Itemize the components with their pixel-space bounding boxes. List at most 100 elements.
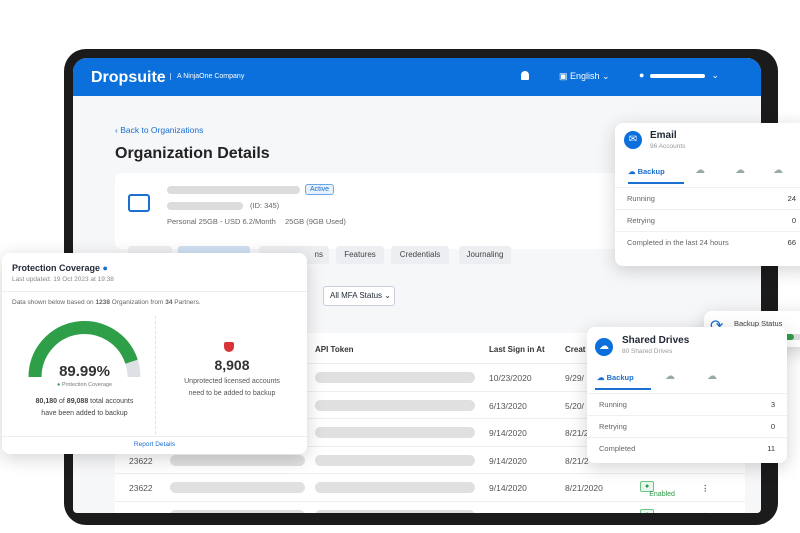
protection-coverage-card: Protection Coverage ● Last updated: 19 O… — [2, 253, 307, 454]
created-date: 5/20/ — [565, 400, 584, 411]
drives-tab-backup[interactable]: ☁ Backup — [595, 373, 651, 390]
total-count: 89,088 — [66, 398, 89, 405]
drives-tab-label: Backup — [606, 373, 634, 382]
shield-alert-icon — [224, 342, 234, 352]
logo: Dropsuite — [91, 69, 166, 86]
stat-label: Retrying — [599, 422, 627, 431]
table-row[interactable]: 23622 9/14/2020 8/21/2020 ● Enabled ⋮ — [115, 500, 745, 514]
drives-title: Shared Drives — [622, 335, 690, 346]
row-id: 23622 — [129, 511, 153, 514]
drives-subtitle: 80 Shared Drives — [622, 348, 673, 355]
stat-value: 24 — [787, 194, 796, 203]
stat-label: Completed in the last 24 hours — [627, 238, 729, 247]
back-link[interactable]: ‹ Back to Organizations — [115, 125, 203, 135]
coverage-title-text: Protection Coverage — [12, 263, 101, 273]
stat-value: 0 — [770, 422, 775, 431]
unprotected-text: Unprotected licensed accounts need to be … — [157, 376, 307, 400]
last-sign-in: 9/14/2020 — [489, 483, 527, 493]
stat-label: Running — [627, 194, 655, 203]
created-date: 8/21/2020 — [565, 483, 603, 493]
col-created: Creat — [565, 345, 586, 354]
kebab-menu-icon[interactable]: ⋮ — [701, 511, 710, 514]
language-select[interactable]: ▣ English ⌄ — [559, 71, 610, 82]
email-icon: ✉ — [624, 131, 642, 149]
stat-value: 66 — [787, 238, 796, 247]
user-menu[interactable]: ● ⌄ — [639, 70, 719, 81]
language-label: English — [570, 71, 600, 81]
coverage-title: Protection Coverage ● — [12, 263, 108, 273]
tab-credentials[interactable]: Credentials — [391, 246, 449, 264]
created-date: 8/21/2020 — [565, 511, 603, 514]
suffix-text: total accounts — [88, 398, 134, 405]
mfa-filter-label: All MFA Status — [330, 291, 383, 300]
unprot-line2: need to be added to backup — [188, 390, 276, 397]
created-date: 8/21/2 — [565, 455, 589, 466]
of-text: of — [57, 398, 67, 405]
col-last-sign-in: Last Sign in At — [489, 345, 545, 354]
info-icon[interactable]: ● — [103, 263, 108, 273]
user-name-placeholder — [650, 73, 706, 78]
email-card: ✉ Email 96 Accounts ☁ Backup ☁ ☁ ☁ Runni… — [615, 123, 800, 266]
created-date: 8/21/2 — [565, 428, 589, 438]
cloud-download-icon[interactable]: ☁ — [735, 165, 745, 176]
last-sign-in: 9/14/2020 — [489, 455, 527, 466]
protected-summary: 80,180 of 89,088 total accounts have been… — [7, 396, 162, 420]
tab-features[interactable]: Features — [336, 246, 384, 264]
row-id: 23622 — [129, 455, 153, 466]
bell-icon[interactable] — [521, 71, 529, 80]
org-sub-placeholder — [167, 202, 243, 210]
page-title: Organization Details — [115, 145, 270, 162]
mfa-status-filter[interactable]: All MFA Status ⌄ — [323, 286, 395, 306]
translate-icon: ▣ — [559, 71, 571, 81]
tab-journaling[interactable]: Journaling — [459, 246, 511, 264]
last-sign-in: 9/14/2020 — [489, 511, 527, 514]
token-placeholder — [315, 399, 475, 411]
last-sign-in: 10/23/2020 — [489, 373, 532, 383]
note-pre: Data shown below based on — [12, 299, 96, 306]
shared-drives-card: ☁ Shared Drives 80 Shared Drives ☁ Backu… — [587, 327, 787, 463]
report-details-link[interactable]: Report Details — [2, 441, 307, 448]
cloud-sync-icon[interactable]: ☁ — [665, 371, 675, 382]
org-badge-icon — [128, 194, 150, 212]
data-note: Data shown below based on 1238 Organizat… — [12, 299, 201, 306]
divider — [2, 436, 307, 437]
legend-label: Protection Coverage — [61, 382, 112, 388]
token-placeholder — [315, 482, 475, 493]
unprot-line1: Unprotected licensed accounts — [184, 378, 280, 385]
status-label: Enabled — [649, 491, 675, 498]
last-sign-in: 9/14/2020 — [489, 428, 527, 438]
name-placeholder — [170, 454, 305, 466]
email-tab-label: Backup — [637, 167, 665, 176]
email-tab-backup[interactable]: ☁ Backup — [628, 167, 684, 184]
cloud-sync-icon[interactable]: ☁ — [695, 165, 705, 176]
kebab-menu-icon[interactable]: ⋮ — [701, 483, 710, 494]
unprotected-count: 8,908 — [214, 357, 250, 373]
status-badge: Active — [305, 184, 335, 195]
user-icon: ● — [639, 70, 645, 80]
stat-value: 3 — [770, 400, 775, 409]
top-bar: Dropsuite A NinjaOne Company ▣ English ⌄… — [73, 58, 761, 96]
mfa-status-badge: ● Enabled — [640, 481, 675, 498]
mfa-status-badge: ● Enabled — [640, 508, 655, 513]
back-link-label: Back to Organizations — [120, 125, 204, 135]
org-id: (ID: 345) — [250, 201, 280, 210]
name-placeholder — [170, 482, 305, 493]
stat-label: Completed — [599, 444, 636, 453]
name-placeholder — [170, 509, 305, 513]
cloud-download-icon[interactable]: ☁ — [707, 371, 717, 382]
stat-label: Running — [599, 400, 627, 409]
token-placeholder — [315, 372, 475, 383]
protected-count: 80,180 — [35, 398, 58, 405]
created-date: 9/29/ — [565, 373, 584, 383]
row-id: 23622 — [129, 483, 153, 493]
stat-label: Retrying — [627, 216, 655, 225]
cloud-refresh-icon[interactable]: ☁ — [773, 165, 783, 176]
stat-value: 0 — [791, 216, 796, 225]
col-api-token: API Token — [315, 345, 354, 354]
protected-line2: have been added to backup — [41, 410, 128, 417]
gauge-legend: ● Protection Coverage — [27, 382, 142, 388]
org-count: 1238 — [95, 299, 110, 306]
last-updated: Last updated: 19 Oct 2023 at 19:38 — [12, 276, 114, 283]
table-row[interactable]: 23622 9/14/2020 8/21/2020 ● Enabled ⋮ — [115, 473, 745, 501]
note-mid: Organization from — [109, 299, 166, 306]
